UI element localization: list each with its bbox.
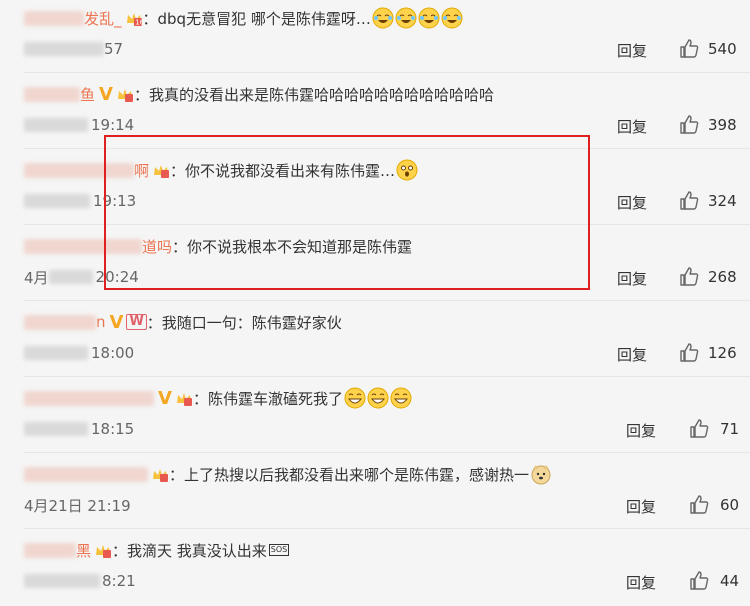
comment-time: 4月21日 21:19: [24, 496, 131, 515]
date-blur: [24, 118, 88, 132]
verified-v-icon: V: [109, 311, 124, 333]
date-blur: [24, 574, 100, 588]
username[interactable]: 鱼: [80, 84, 95, 105]
thumbs-up-icon[interactable]: [688, 570, 710, 592]
comment-time: 18:00: [91, 344, 135, 362]
date-blur: [24, 346, 88, 360]
like-count: 540: [708, 40, 737, 58]
grin-emoji-icon: [367, 387, 389, 409]
svg-text:16: 16: [135, 19, 143, 27]
thumbs-up-icon[interactable]: [678, 114, 700, 136]
divider: [24, 300, 750, 301]
like-count: 60: [720, 496, 740, 514]
comment-time: 57: [104, 40, 124, 58]
like-count: 44: [720, 572, 740, 590]
date-blur: [24, 42, 104, 56]
reply-button[interactable]: 回复: [626, 420, 656, 441]
comment-text: ：我随口一句：陈伟霆好家伙: [146, 313, 342, 332]
crown-badge-icon: [151, 465, 169, 483]
comment-text: ：我滴天 我真没认出来: [112, 541, 267, 560]
doge-emoji-icon: [530, 463, 552, 485]
thumbs-up-icon[interactable]: [688, 494, 710, 516]
reply-button[interactable]: 回复: [617, 268, 647, 289]
grin-emoji-icon: [344, 387, 366, 409]
verified-v-icon: V: [99, 83, 113, 105]
reply-button[interactable]: 回复: [626, 496, 656, 517]
like-count: 268: [708, 268, 737, 286]
reply-button[interactable]: 回复: [617, 344, 647, 365]
like-count: 126: [708, 344, 737, 362]
reply-button[interactable]: 回复: [617, 40, 647, 61]
highlight-box: [104, 135, 590, 290]
thumbs-up-icon[interactable]: [678, 342, 700, 364]
laugh-cry-emoji-icon: [441, 7, 463, 29]
date-blur: [24, 194, 90, 208]
like-count: 71: [720, 420, 740, 438]
crown-badge-icon: [94, 541, 112, 559]
comment-date-prefix: 4月: [24, 268, 49, 287]
username[interactable]: n: [96, 313, 106, 331]
date-blur: [48, 270, 93, 284]
reply-button[interactable]: 回复: [617, 192, 647, 213]
divider: [24, 72, 750, 73]
username[interactable]: 黑: [76, 540, 91, 561]
thumbs-up-icon[interactable]: [678, 266, 700, 288]
sos-icon: SOS: [268, 544, 290, 556]
thumbs-up-icon[interactable]: [678, 38, 700, 60]
thumbs-up-icon[interactable]: [688, 418, 710, 440]
reply-button[interactable]: 回复: [617, 116, 647, 137]
grin-emoji-icon: [390, 387, 412, 409]
laugh-cry-emoji-icon: [372, 7, 394, 29]
username-blur: [24, 466, 148, 482]
verified-v-icon: V: [158, 387, 172, 409]
date-blur: [24, 422, 88, 436]
divider: [24, 452, 750, 453]
laugh-cry-emoji-icon: [418, 7, 440, 29]
comment-time: 8:21: [102, 572, 136, 590]
username-blur: [24, 542, 76, 558]
laugh-cry-emoji-icon: [395, 7, 417, 29]
comment-text: ：陈伟霆车澈磕死我了: [192, 389, 343, 408]
comment-text: ：我真的没看出来是陈伟霆哈哈哈哈哈哈哈哈哈哈哈哈: [133, 85, 494, 104]
comment-time: 18:15: [91, 420, 135, 438]
username[interactable]: 发乱_: [84, 8, 122, 29]
crown-badge-icon: 16: [125, 9, 143, 27]
divider: [24, 528, 750, 529]
vip-w-icon: W: [126, 314, 147, 330]
comment-time: 19:14: [91, 116, 135, 134]
like-count: 398: [708, 116, 737, 134]
username-blur: [24, 390, 154, 406]
username-blur: [24, 10, 84, 26]
username-blur: [24, 86, 80, 102]
thumbs-up-icon[interactable]: [678, 190, 700, 212]
username-blur: [24, 314, 96, 330]
comment-text: ：上了热搜以后我都没看出来哪个是陈伟霆，感谢热一: [169, 465, 530, 484]
crown-badge-icon: [175, 389, 193, 407]
comment-text: ：dbq无意冒犯 哪个是陈伟霆呀…: [142, 9, 371, 28]
crown-badge-icon: [116, 85, 134, 103]
divider: [24, 376, 750, 377]
like-count: 324: [708, 192, 737, 210]
reply-button[interactable]: 回复: [626, 572, 656, 593]
